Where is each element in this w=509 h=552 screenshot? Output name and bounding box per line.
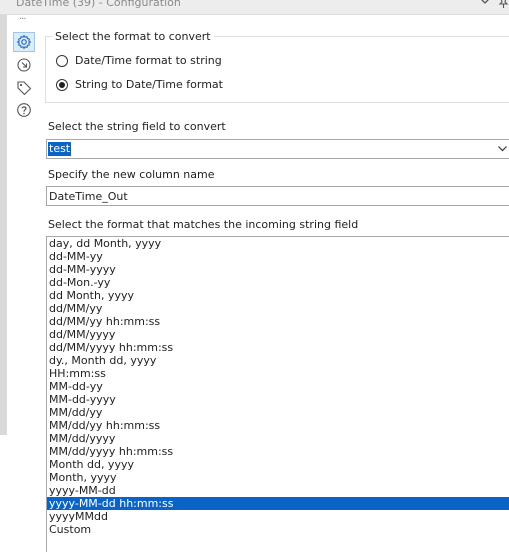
list-item[interactable]: dd-MM-yyyy xyxy=(47,263,509,276)
list-item[interactable]: MM/dd/yy xyxy=(47,406,509,419)
list-item[interactable]: MM/dd/yy hh:mm:ss xyxy=(47,419,509,432)
list-item[interactable]: HH:mm:ss xyxy=(47,367,509,380)
radio-button[interactable] xyxy=(56,54,68,67)
radio-label: Date/Time format to string xyxy=(75,54,222,67)
list-item[interactable]: dd/MM/yy xyxy=(47,302,509,315)
string-field-dropdown[interactable]: test xyxy=(46,139,509,159)
list-item[interactable]: Month dd, yyyy xyxy=(47,458,509,471)
panel-edge xyxy=(0,15,7,435)
format-listbox[interactable]: day, dd Month, yyyy dd-MM-yy dd-MM-yyyy dd-… xyxy=(46,236,509,552)
new-column-input[interactable]: DateTime_Out xyxy=(46,186,509,206)
conversion-legend: Select the format to convert xyxy=(52,30,214,43)
list-item[interactable]: MM-dd-yy xyxy=(47,380,509,393)
conversion-group xyxy=(45,36,509,103)
list-item[interactable]: dd-MM-yy xyxy=(47,250,509,263)
list-item[interactable]: yyyy-MM-dd xyxy=(47,484,509,497)
chevron-down-icon[interactable] xyxy=(497,143,508,154)
list-item[interactable]: Custom xyxy=(47,523,509,536)
list-item[interactable]: dd-Mon.-yy xyxy=(47,276,509,289)
tag-icon xyxy=(17,81,32,96)
list-item[interactable]: MM/dd/yyyy xyxy=(47,432,509,445)
rail-help[interactable] xyxy=(13,100,35,120)
radio-button-checked[interactable] xyxy=(56,78,68,91)
history-icon xyxy=(17,58,31,72)
rail-annotation[interactable] xyxy=(13,78,35,98)
list-item[interactable]: MM-dd-yyyy xyxy=(47,393,509,406)
chevron-down-icon[interactable] xyxy=(479,0,491,8)
list-item[interactable]: dy., Month dd, yyyy xyxy=(47,354,509,367)
list-item[interactable]: Month, yyyy xyxy=(47,471,509,484)
radio-option-string-to-datetime[interactable]: String to Date/Time format xyxy=(56,78,223,91)
title-bar: DateTime (39) - Configuration xyxy=(0,0,509,15)
help-icon xyxy=(17,103,31,117)
list-item[interactable]: dd/MM/yyyy hh:mm:ss xyxy=(47,341,509,354)
list-item[interactable]: yyyy-MM-dd hh:mm:ss xyxy=(47,497,509,510)
string-field-label: Select the string field to convert xyxy=(48,120,226,133)
list-item[interactable]: dd/MM/yy hh:mm:ss xyxy=(47,315,509,328)
more-dots-icon[interactable]: ··· xyxy=(19,15,26,25)
rail-settings[interactable] xyxy=(13,32,35,52)
rail-history[interactable] xyxy=(13,55,35,75)
gear-icon xyxy=(16,34,32,50)
window-title: DateTime (39) - Configuration xyxy=(16,0,181,9)
list-item[interactable]: dd Month, yyyy xyxy=(47,289,509,302)
radio-option-datetime-to-string[interactable]: Date/Time format to string xyxy=(56,54,222,67)
pin-icon[interactable] xyxy=(498,0,509,9)
radio-label: String to Date/Time format xyxy=(75,78,223,91)
new-column-label: Specify the new column name xyxy=(48,168,215,181)
list-item[interactable]: yyyyMMdd xyxy=(47,510,509,523)
list-item[interactable]: MM/dd/yyyy hh:mm:ss xyxy=(47,445,509,458)
config-rail: ··· xyxy=(10,15,40,552)
list-item[interactable]: dd/MM/yyyy xyxy=(47,328,509,341)
list-item[interactable]: day, dd Month, yyyy xyxy=(47,237,509,250)
string-field-value: test xyxy=(48,142,72,156)
new-column-value: DateTime_Out xyxy=(49,190,128,203)
format-list-label: Select the format that matches the incom… xyxy=(48,218,359,231)
